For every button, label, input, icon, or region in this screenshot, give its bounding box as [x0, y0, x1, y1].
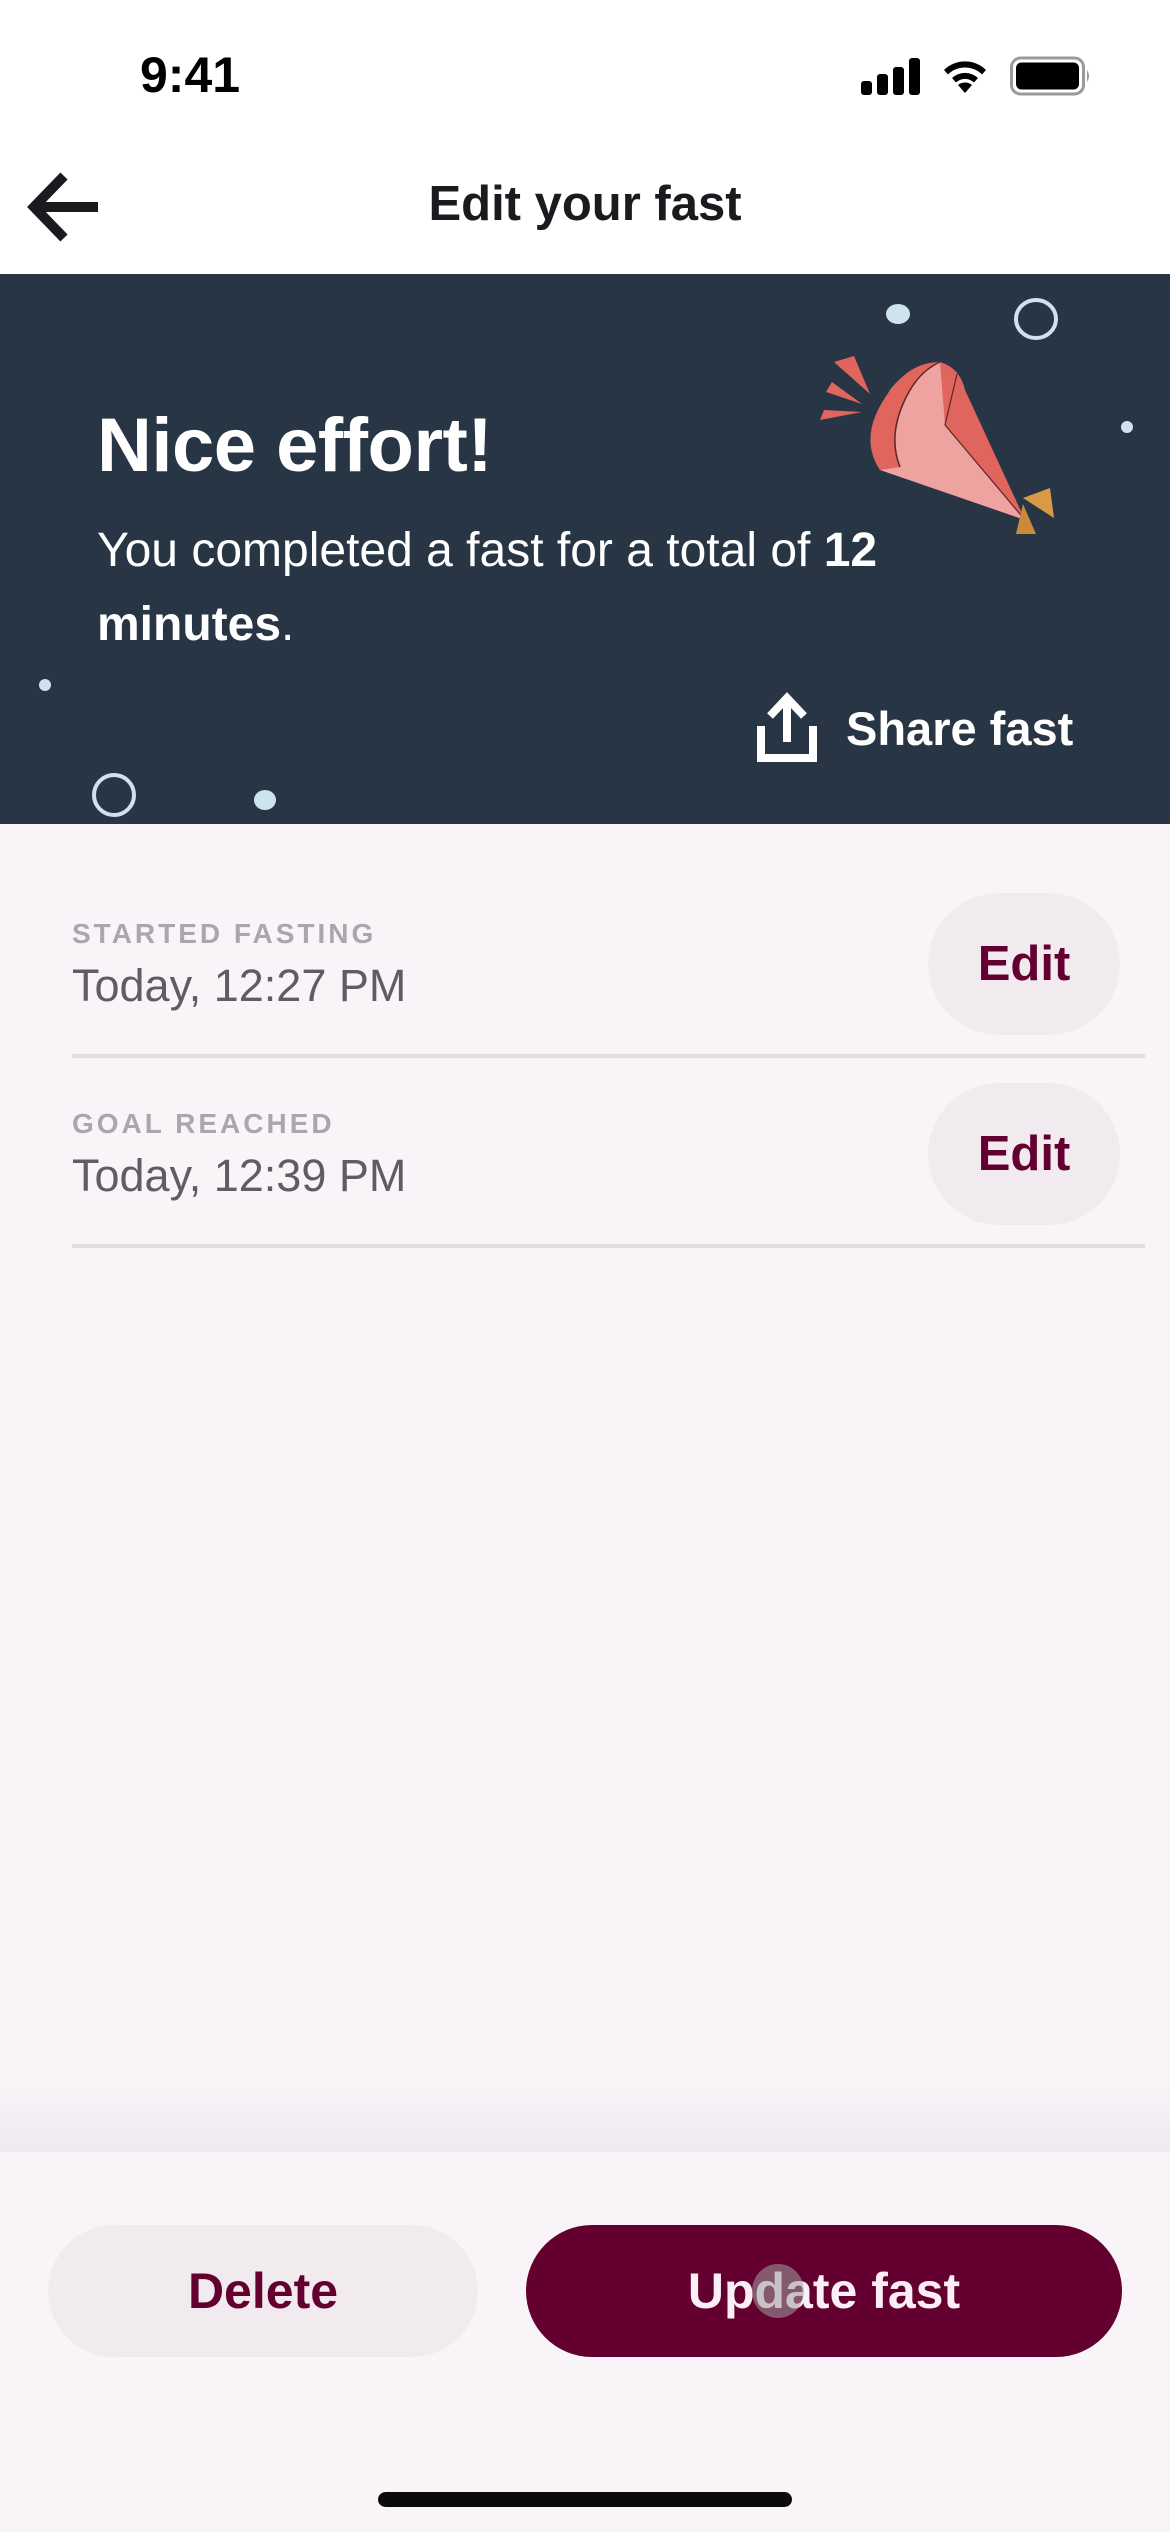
- banner-message-prefix: You completed a fast for a total of: [97, 524, 824, 577]
- status-bar: 9:41: [0, 0, 1170, 140]
- wifi-icon: [944, 61, 986, 93]
- banner-message: You completed a fast for a total of 12 m…: [97, 514, 997, 662]
- list-item-goal-reached: GOAL REACHED Today, 12:39 PM Edit: [72, 1058, 1145, 1248]
- status-icons: [861, 56, 1092, 96]
- share-fast-label: Share fast: [846, 701, 1074, 755]
- list-item-started-fasting: STARTED FASTING Today, 12:27 PM Edit: [72, 824, 1145, 1058]
- event-time: Today, 12:39 PM: [72, 1150, 407, 1201]
- confetti-dot-icon: [254, 790, 276, 810]
- confetti-dot-icon: [886, 304, 910, 324]
- event-time: Today, 12:27 PM: [72, 960, 407, 1011]
- confetti-dot-icon: [39, 679, 51, 691]
- confetti-ring-icon: [92, 773, 136, 817]
- delete-button[interactable]: Delete: [48, 2225, 478, 2357]
- event-label: GOAL REACHED: [72, 1108, 335, 1139]
- bottom-bar-shadow: [0, 2080, 1170, 2152]
- banner-message-suffix: .: [281, 598, 295, 651]
- update-fast-button[interactable]: Update fast: [526, 2225, 1122, 2357]
- banner-title: Nice effort!: [97, 403, 493, 488]
- share-fast-button[interactable]: Share fast: [756, 692, 1073, 764]
- bottom-action-bar: Delete Update fast: [0, 2152, 1170, 2532]
- event-label: STARTED FASTING: [72, 918, 377, 949]
- share-icon: [757, 692, 817, 762]
- battery-icon: [1010, 56, 1089, 96]
- confetti-ring-icon: [1014, 298, 1058, 340]
- header: Edit your fast: [0, 140, 1170, 274]
- page-title: Edit your fast: [428, 177, 742, 231]
- home-indicator: [378, 2492, 792, 2507]
- edit-goal-time-button[interactable]: Edit: [928, 1083, 1120, 1225]
- fast-events-list: STARTED FASTING Today, 12:27 PM Edit GOA…: [72, 824, 1145, 1248]
- completion-banner: Nice effort! You completed a fast for a …: [0, 274, 1170, 824]
- status-time: 9:41: [140, 47, 241, 103]
- party-popper-icon: [820, 356, 1054, 534]
- edit-start-time-button[interactable]: Edit: [928, 893, 1120, 1035]
- confetti-dot-icon: [1121, 421, 1133, 433]
- signal-icon: [861, 57, 920, 95]
